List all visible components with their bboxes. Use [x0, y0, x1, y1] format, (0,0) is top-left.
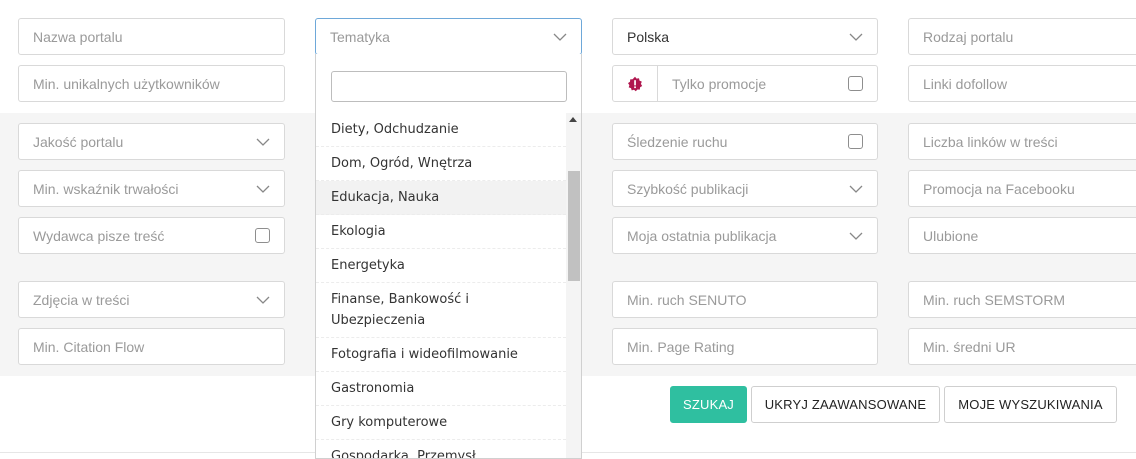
- topic-select-label: Tematyka: [330, 28, 390, 45]
- promo-badge-icon: [613, 66, 658, 101]
- dofollow-links-select[interactable]: Linki dofollow: [908, 65, 1136, 102]
- portal-name-placeholder: Nazwa portalu: [33, 28, 123, 45]
- min-page-rating-input[interactable]: Min. Page Rating: [612, 328, 878, 365]
- favorites-select[interactable]: Ulubione: [908, 217, 1136, 254]
- min-unique-users-placeholder: Min. unikalnych użytkowników: [33, 75, 220, 92]
- only-promotions-label: Tylko promocje: [672, 75, 767, 92]
- scroll-up-arrow-icon[interactable]: [569, 117, 577, 122]
- my-searches-button[interactable]: MOJE WYSZUKIWANIA: [944, 386, 1117, 423]
- min-citation-flow-input[interactable]: Min. Citation Flow: [18, 328, 285, 365]
- only-promotions-checkbox[interactable]: [848, 76, 863, 91]
- topic-option[interactable]: Gry komputerowe: [316, 406, 566, 440]
- topic-option[interactable]: Diety, Odchudzanie: [316, 113, 566, 147]
- publication-speed-select[interactable]: Szybkość publikacji: [612, 170, 878, 207]
- chevron-down-icon: [553, 30, 567, 44]
- min-senuto-input[interactable]: Min. ruch SENUTO: [612, 281, 878, 318]
- links-in-content-input[interactable]: Liczba linków w treści: [908, 123, 1136, 160]
- links-in-content-label: Liczba linków w treści: [923, 133, 1058, 150]
- portal-name-input[interactable]: Nazwa portalu: [18, 18, 285, 55]
- topic-option[interactable]: Fotografia i wideofilmowanie: [316, 338, 566, 372]
- traffic-tracking-label: Śledzenie ruchu: [627, 133, 728, 150]
- country-select-value: Polska: [627, 28, 670, 45]
- topic-dropdown: Diety, Odchudzanie Dom, Ogród, Wnętrza Edu…: [315, 54, 582, 459]
- topic-option[interactable]: Finanse, Bankowość i Ubezpieczenia: [316, 283, 566, 338]
- my-last-publication-select[interactable]: Moja ostatnia publikacja: [612, 217, 878, 254]
- topic-option[interactable]: Ekologia: [316, 215, 566, 249]
- hide-advanced-button[interactable]: UKRYJ ZAAWANSOWANE: [751, 386, 940, 423]
- portal-quality-label: Jakość portalu: [33, 133, 124, 150]
- images-in-content-select[interactable]: Zdjęcia w treści: [18, 281, 285, 318]
- min-citation-flow-placeholder: Min. Citation Flow: [33, 338, 145, 355]
- topic-option[interactable]: Energetyka: [316, 249, 566, 283]
- min-durability-label: Min. wskaźnik trwałości: [33, 180, 179, 197]
- min-unique-users-input[interactable]: Min. unikalnych użytkowników: [18, 65, 285, 102]
- portal-quality-select[interactable]: Jakość portalu: [18, 123, 285, 160]
- min-durability-select[interactable]: Min. wskaźnik trwałości: [18, 170, 285, 207]
- min-page-rating-placeholder: Min. Page Rating: [627, 338, 735, 355]
- publisher-writes-filter[interactable]: Wydawca pisze treść: [18, 217, 285, 254]
- facebook-promo-select[interactable]: Promocja na Facebooku: [908, 170, 1136, 207]
- traffic-tracking-filter[interactable]: Śledzenie ruchu: [612, 123, 878, 160]
- min-avg-ur-input[interactable]: Min. średni UR: [908, 328, 1136, 365]
- topic-option[interactable]: Edukacja, Nauka: [316, 181, 566, 215]
- portal-type-select[interactable]: Rodzaj portalu: [908, 18, 1136, 55]
- publication-speed-label: Szybkość publikacji: [627, 180, 749, 197]
- chevron-down-icon: [256, 182, 270, 196]
- chevron-down-icon: [849, 30, 863, 44]
- chevron-down-icon: [849, 229, 863, 243]
- chevron-down-icon: [256, 135, 270, 149]
- facebook-promo-label: Promocja na Facebooku: [923, 180, 1075, 197]
- favorites-label: Ulubione: [923, 227, 979, 244]
- dropdown-scrollbar[interactable]: [566, 113, 581, 458]
- portal-type-label: Rodzaj portalu: [923, 28, 1014, 45]
- country-select[interactable]: Polska: [612, 18, 878, 55]
- topic-option[interactable]: Gospodarka, Przemysł: [316, 440, 566, 458]
- images-in-content-label: Zdjęcia w treści: [33, 291, 130, 308]
- min-avg-ur-placeholder: Min. średni UR: [923, 338, 1016, 355]
- topic-search-input[interactable]: [331, 71, 567, 102]
- min-semstorm-input[interactable]: Min. ruch SEMSTORM: [908, 281, 1136, 318]
- min-senuto-placeholder: Min. ruch SENUTO: [627, 291, 747, 308]
- only-promotions-filter[interactable]: Tylko promocje: [612, 65, 878, 102]
- topic-options-list: Diety, Odchudzanie Dom, Ogród, Wnętrza Edu…: [316, 113, 566, 458]
- chevron-down-icon: [849, 182, 863, 196]
- scrollbar-thumb[interactable]: [568, 171, 580, 281]
- publisher-writes-label: Wydawca pisze treść: [33, 227, 165, 244]
- traffic-tracking-checkbox[interactable]: [848, 134, 863, 149]
- topic-select[interactable]: Tematyka: [315, 18, 582, 55]
- chevron-down-icon: [256, 293, 270, 307]
- my-last-publication-label: Moja ostatnia publikacja: [627, 227, 777, 244]
- dofollow-links-label: Linki dofollow: [923, 75, 1008, 92]
- publisher-writes-checkbox[interactable]: [255, 228, 270, 243]
- min-semstorm-placeholder: Min. ruch SEMSTORM: [923, 291, 1066, 308]
- topic-option[interactable]: Dom, Ogród, Wnętrza: [316, 147, 566, 181]
- search-button[interactable]: SZUKAJ: [670, 386, 747, 423]
- topic-option[interactable]: Gastronomia: [316, 372, 566, 406]
